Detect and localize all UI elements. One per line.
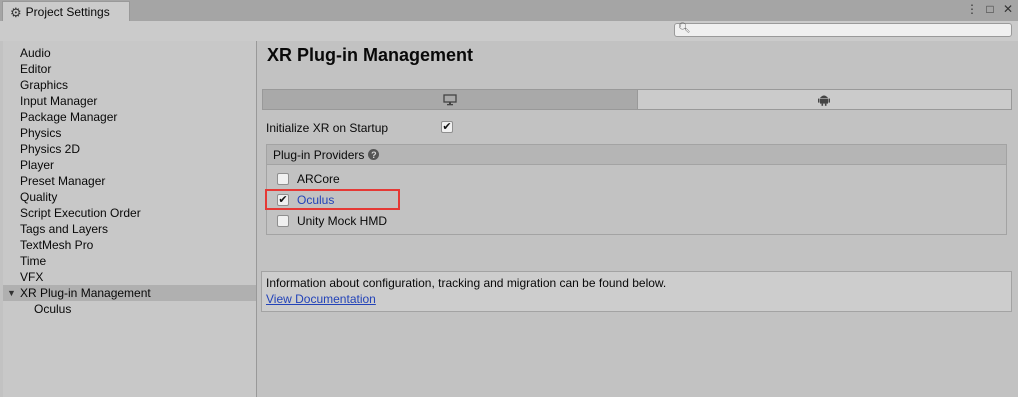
platform-tabs xyxy=(262,89,1012,110)
sidebar-item-quality[interactable]: Quality xyxy=(3,189,256,205)
sidebar-item-label: Tags and Layers xyxy=(20,222,109,236)
main-panel: XR Plug-in Management Initialize XR on S… xyxy=(257,41,1018,397)
sidebar-item-script-execution-order[interactable]: Script Execution Order xyxy=(3,205,256,221)
window-title: Project Settings xyxy=(25,5,110,19)
settings-sidebar: Audio Editor Graphics Input Manager Pack… xyxy=(3,41,257,397)
initialize-xr-label: Initialize XR on Startup xyxy=(266,121,389,135)
desktop-monitor-icon xyxy=(443,93,457,106)
expand-triangle-icon[interactable]: ▼ xyxy=(7,285,16,301)
unity-mock-hmd-checkbox[interactable] xyxy=(277,215,289,227)
sidebar-item-label: VFX xyxy=(20,270,44,284)
maximize-icon[interactable]: □ xyxy=(984,2,996,16)
sidebar-item-label: Editor xyxy=(20,62,52,76)
kebab-menu-icon[interactable]: ⋮ xyxy=(966,2,978,16)
sidebar-item-label: Input Manager xyxy=(20,94,98,108)
help-icon[interactable]: ? xyxy=(368,149,380,160)
view-documentation-link[interactable]: View Documentation xyxy=(266,292,376,306)
plugin-providers-header: Plug-in Providers ? xyxy=(267,145,1006,165)
sidebar-item-input-manager[interactable]: Input Manager xyxy=(3,93,256,109)
provider-unity-mock-hmd[interactable]: Unity Mock HMD xyxy=(277,212,387,230)
sidebar-item-label: Preset Manager xyxy=(20,174,106,188)
android-settings-panel: Initialize XR on Startup ✔ Plug-in Provi… xyxy=(262,110,1008,260)
provider-label: ARCore xyxy=(297,172,340,186)
sidebar-item-physics[interactable]: Physics xyxy=(3,125,256,141)
sidebar-item-label: Package Manager xyxy=(20,110,118,124)
sidebar-item-xr-plugin-management[interactable]: ▼ XR Plug-in Management xyxy=(3,285,256,301)
sidebar-item-editor[interactable]: Editor xyxy=(3,61,256,77)
info-box: Information about configuration, trackin… xyxy=(261,271,1012,312)
sidebar-item-textmesh-pro[interactable]: TextMesh Pro xyxy=(3,237,256,253)
gear-icon: ⚙ xyxy=(10,4,22,20)
page-title: XR Plug-in Management xyxy=(267,45,474,65)
sidebar-item-label: Time xyxy=(20,254,47,268)
sidebar-item-vfx[interactable]: VFX xyxy=(3,269,256,285)
sidebar-item-label: Audio xyxy=(20,46,51,60)
oculus-highlight-box xyxy=(265,189,400,210)
arcore-checkbox[interactable] xyxy=(277,173,289,185)
sidebar-item-preset-manager[interactable]: Preset Manager xyxy=(3,173,256,189)
provider-label: Unity Mock HMD xyxy=(297,214,388,228)
info-text: Information about configuration, trackin… xyxy=(266,276,667,290)
sidebar-item-time[interactable]: Time xyxy=(3,253,256,269)
close-icon[interactable]: ✕ xyxy=(1002,2,1014,16)
sidebar-item-graphics[interactable]: Graphics xyxy=(3,77,256,93)
sidebar-item-tags-and-layers[interactable]: Tags and Layers xyxy=(3,221,256,237)
sidebar-item-label: Script Execution Order xyxy=(20,206,141,220)
sidebar-item-label: Physics xyxy=(20,126,62,140)
plugin-providers-label: Plug-in Providers xyxy=(273,147,365,162)
sidebar-item-player[interactable]: Player xyxy=(3,157,256,173)
initialize-xr-row: Initialize XR on Startup xyxy=(266,120,388,136)
project-settings-tab[interactable]: ⚙ Project Settings xyxy=(2,1,130,22)
search-box[interactable]: 🔍︎ xyxy=(674,23,1012,37)
sidebar-item-label: Physics 2D xyxy=(20,142,81,156)
search-input[interactable] xyxy=(689,24,1007,36)
sidebar-item-audio[interactable]: Audio xyxy=(3,45,256,61)
sidebar-item-physics-2d[interactable]: Physics 2D xyxy=(3,141,256,157)
sidebar-item-label: Player xyxy=(20,158,55,172)
sidebar-item-label: Quality xyxy=(20,190,58,204)
window-controls: ⋮ □ ✕ xyxy=(966,2,1014,16)
sidebar-item-oculus[interactable]: Oculus xyxy=(3,301,256,317)
sidebar-item-label: Graphics xyxy=(20,78,69,92)
tab-android[interactable] xyxy=(637,90,1011,109)
sidebar-item-label: Oculus xyxy=(34,302,72,316)
search-row: 🔍︎ xyxy=(0,21,1018,41)
initialize-xr-checkbox[interactable]: ✔ xyxy=(441,121,453,133)
provider-arcore[interactable]: ARCore xyxy=(277,170,340,188)
window-tab-strip: ⚙ Project Settings ⋮ □ ✕ xyxy=(0,0,1018,22)
android-icon xyxy=(818,93,831,106)
sidebar-item-package-manager[interactable]: Package Manager xyxy=(3,109,256,125)
sidebar-item-label: TextMesh Pro xyxy=(20,238,94,252)
sidebar-item-label: XR Plug-in Management xyxy=(20,286,151,300)
tab-standalone[interactable] xyxy=(263,90,638,109)
